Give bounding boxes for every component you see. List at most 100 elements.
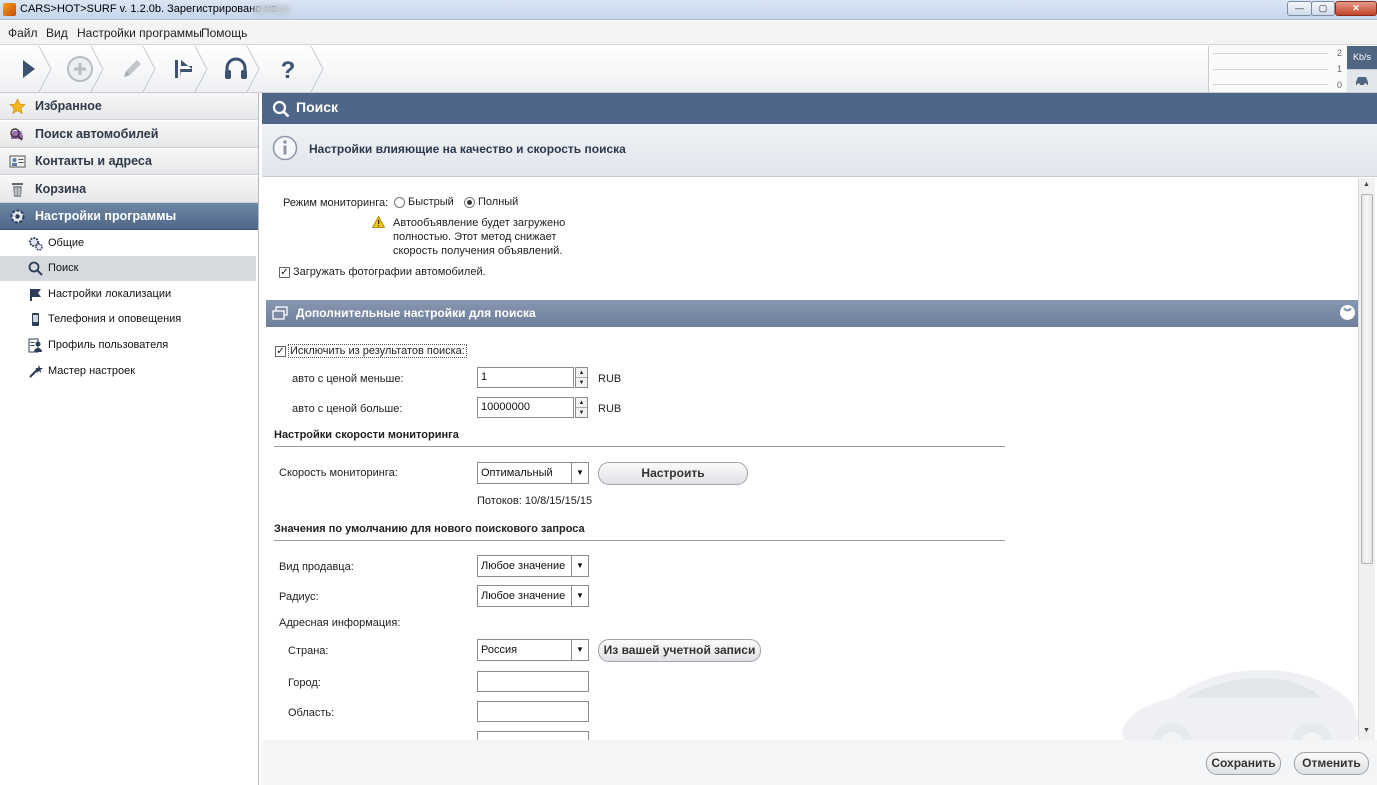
warning-text-line: скорость получения объявлений. [393,245,563,257]
back-button[interactable] [156,46,208,92]
contacts-icon [9,155,26,168]
content-scrollbar[interactable]: ▲ ▼ [1358,178,1375,740]
sidebar-item-general[interactable]: Общие [0,231,256,256]
info-icon [272,135,298,161]
advanced-section-header[interactable]: Дополнительные настройки для поиска ︾ [266,300,1358,327]
sidebar-item-telephony[interactable]: Телефония и оповещения [0,307,256,332]
sidebar-item-label: Мастер настроек [48,365,136,377]
collapse-icon[interactable]: ︾ [1340,305,1355,320]
page-header: Поиск [262,93,1377,124]
radio-full[interactable] [464,197,475,208]
sidebar: Избранное Поиск автомобилей Контакты и а… [0,93,259,785]
seller-type-select[interactable]: Любое значение ▼ [477,555,589,577]
country-label: Страна: [288,645,329,657]
sidebar-section-trash[interactable]: Корзина [0,176,258,203]
speed-select-value: Оптимальный [481,467,553,479]
radio-full-label[interactable]: Полный [478,196,518,208]
stepper-up-icon[interactable]: ▲ [576,398,587,408]
sidebar-section-favorites[interactable]: Избранное [0,93,258,120]
star-icon [9,98,26,115]
menu-view[interactable]: Вид [46,26,68,40]
add-button[interactable] [52,46,104,92]
menu-bar: Файл Вид Настройки программы Помощь [0,21,1377,45]
help-button[interactable]: ? [260,46,324,92]
close-button[interactable]: ✕ [1335,1,1377,16]
chevron-down-icon[interactable]: ▼ [571,556,588,576]
menu-help[interactable]: Помощь [201,26,247,40]
divider [274,540,1005,541]
edit-button[interactable] [104,46,156,92]
sidebar-item-label: Телефония и оповещения [48,313,182,325]
sidebar-item-label: Настройки локализации [48,288,172,300]
price-less-stepper[interactable]: ▲ ▼ [575,367,588,388]
user-profile-icon [28,338,42,353]
additional-input[interactable] [477,731,589,740]
minimize-button[interactable]: — [1287,1,1312,16]
stepper-down-icon[interactable]: ▼ [576,408,587,418]
scroll-thumb[interactable] [1361,194,1373,564]
chevron-down-icon[interactable]: ▼ [571,463,588,483]
price-more-input[interactable]: 10000000 [477,397,574,418]
speed-tick: 1 [1336,64,1342,74]
sidebar-item-label: Общие [48,237,85,249]
sidebar-item-localization[interactable]: Настройки локализации [0,282,256,307]
monitoring-mode-label: Режим мониторинга: [283,197,389,209]
flag-icon [30,289,41,301]
radio-fast-label[interactable]: Быстрый [408,196,454,208]
menu-settings[interactable]: Настройки программы [77,26,202,40]
wand-icon [29,365,43,378]
from-account-button[interactable]: Из вашей учетной записи [598,639,761,662]
exclude-checkbox[interactable]: ✓ [275,346,286,357]
city-input[interactable] [477,671,589,692]
sidebar-section-settings[interactable]: Настройки программы [0,203,258,230]
toolbar-separator [38,46,52,92]
load-photos-checkbox[interactable]: ✓ [279,267,290,278]
stepper-down-icon[interactable]: ▼ [576,378,587,388]
sidebar-item-wizard[interactable]: Мастер настроек [0,359,256,384]
sidebar-section-contacts[interactable]: Контакты и адреса [0,148,258,175]
speed-tick: 2 [1336,48,1342,58]
country-value: Россия [481,644,518,656]
scroll-down-icon[interactable]: ▼ [1363,727,1370,734]
scroll-up-icon[interactable]: ▲ [1363,181,1370,188]
sidebar-section-label: Поиск автомобилей [35,127,159,141]
price-more-unit: RUB [598,403,622,415]
toolbar-separator [142,46,156,92]
configure-button[interactable]: Настроить [598,462,748,485]
price-less-unit: RUB [598,373,622,385]
menu-file[interactable]: Файл [8,26,38,40]
sidebar-item-user-profile[interactable]: Профиль пользователя [0,333,256,358]
load-photos-label[interactable]: Загружать фотографии автомобилей. [293,266,486,278]
support-button[interactable] [208,46,260,92]
stepper-up-icon[interactable]: ▲ [576,368,587,378]
maximize-button[interactable]: ▢ [1311,1,1335,16]
sidebar-item-label: Профиль пользователя [48,339,169,351]
radius-select[interactable]: Любое значение ▼ [477,585,589,607]
save-button[interactable]: Сохранить [1206,752,1281,775]
question-icon: ? [281,57,296,83]
seller-type-label: Вид продавца: [279,561,354,573]
speed-select[interactable]: Оптимальный ▼ [477,462,589,484]
search-icon [272,100,290,118]
sidebar-section-label: Контакты и адреса [35,154,152,168]
car-icon [1356,77,1368,87]
exclude-label[interactable]: Исключить из результатов поиска: [288,344,467,358]
title-bar: CARS>HOT>SURF v. 1.2.0b. Зарегистрирован… [0,0,1377,20]
redacted-name [254,5,290,14]
sidebar-section-car-search[interactable]: Поиск автомобилей [0,121,258,148]
gears-icon [29,237,43,251]
radio-fast[interactable] [394,197,405,208]
seller-type-value: Любое значение [481,560,566,572]
trash-icon [12,183,23,197]
chevron-down-icon[interactable]: ▼ [571,640,588,660]
advanced-section-title: Дополнительные настройки для поиска [296,306,536,320]
region-input[interactable] [477,701,589,722]
country-select[interactable]: Россия ▼ [477,639,589,661]
cancel-button[interactable]: Отменить [1294,752,1369,775]
price-less-input[interactable]: 1 [477,367,574,388]
price-more-stepper[interactable]: ▲ ▼ [575,397,588,418]
start-button[interactable] [0,46,52,92]
car-view-button[interactable] [1347,69,1377,92]
sidebar-item-search[interactable]: Поиск [0,256,256,281]
chevron-down-icon[interactable]: ▼ [571,586,588,606]
